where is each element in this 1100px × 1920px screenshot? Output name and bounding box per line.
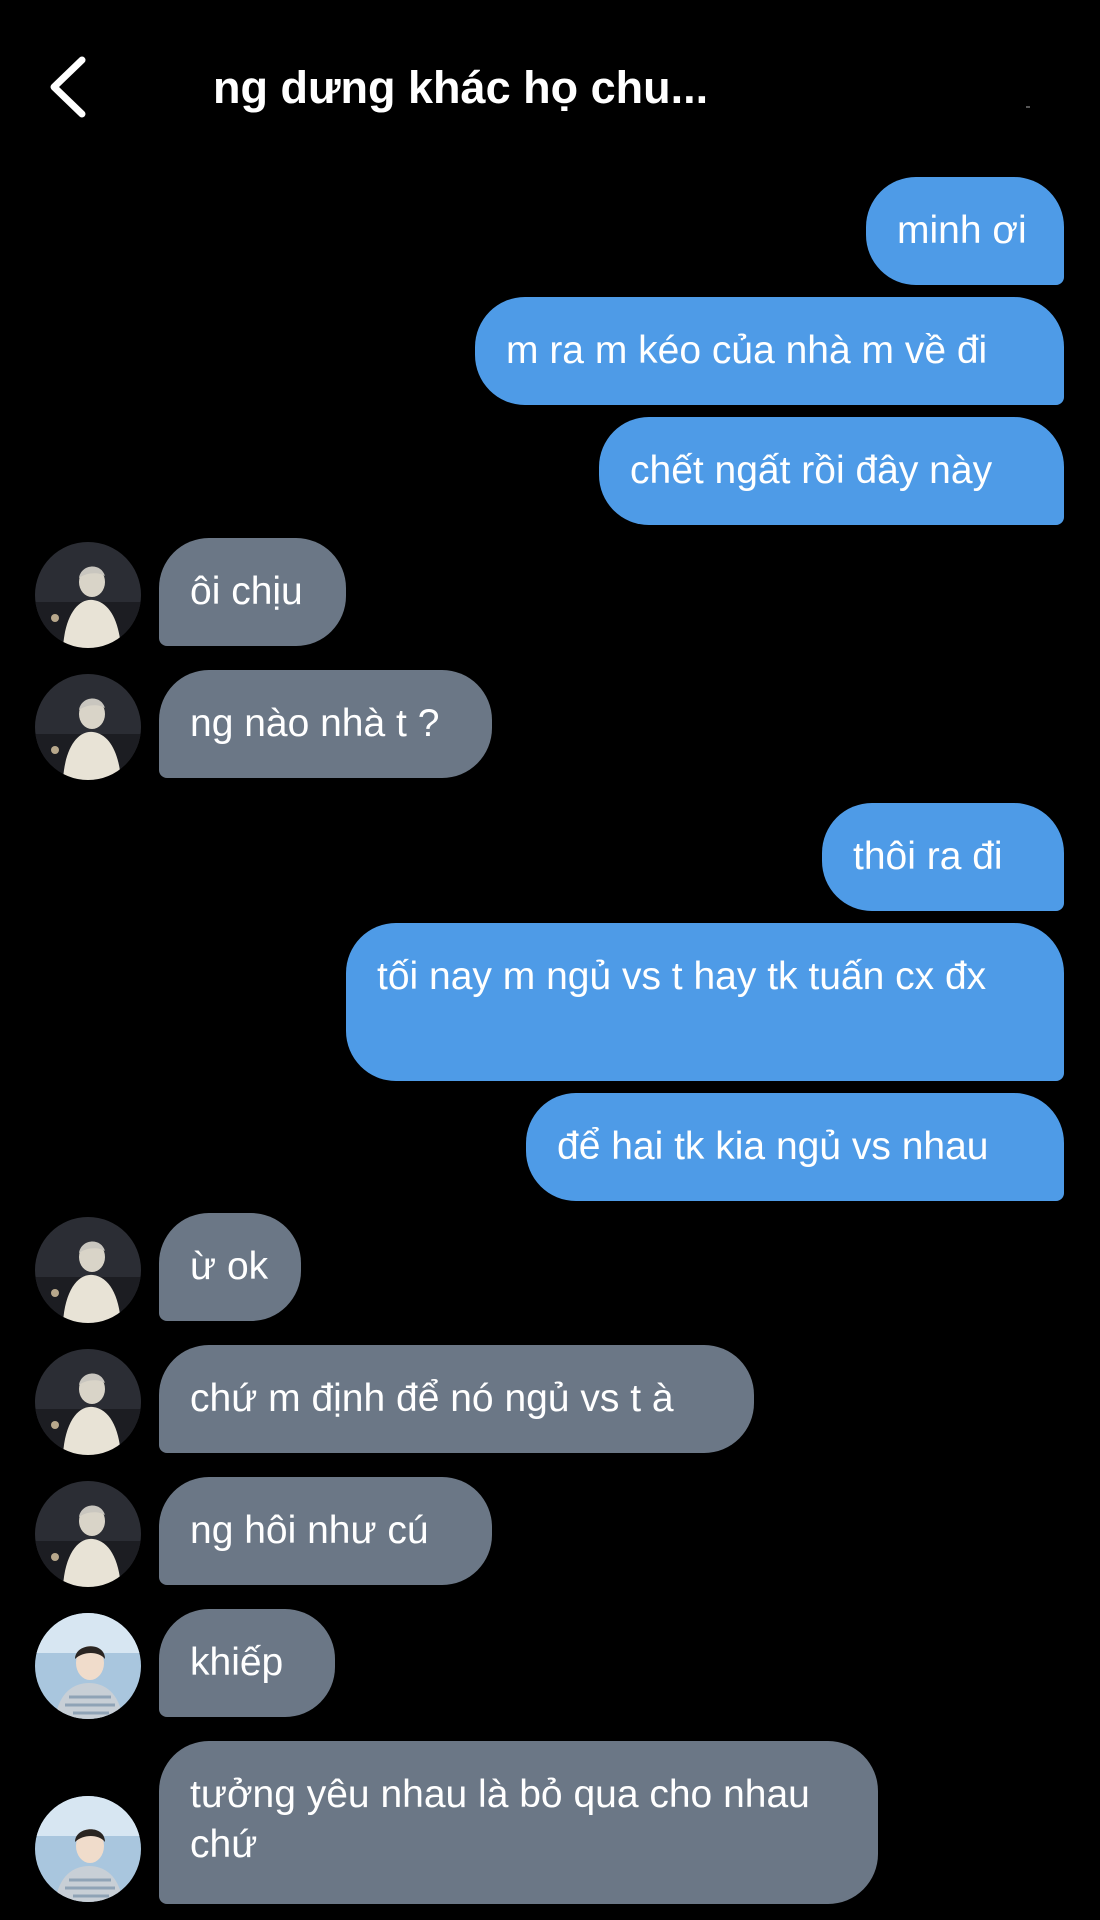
sender-avatar[interactable]	[35, 1481, 141, 1587]
message-text: khiếp	[190, 1641, 284, 1684]
chevron-left-icon	[50, 56, 86, 118]
sender-avatar[interactable]	[35, 1349, 141, 1455]
outgoing-message[interactable]: để hai tk kia ngủ vs nhau	[526, 1093, 1064, 1201]
message-text: để hai tk kia ngủ vs nhau	[557, 1125, 989, 1168]
outgoing-message[interactable]: minh ơi	[866, 177, 1064, 285]
outgoing-message[interactable]: thôi ra đi	[822, 803, 1064, 911]
sender-avatar[interactable]	[35, 1796, 141, 1902]
sender-avatar[interactable]	[35, 1217, 141, 1323]
message-text: ừ ok	[190, 1245, 269, 1288]
incoming-message[interactable]: khiếp	[159, 1609, 335, 1717]
incoming-message[interactable]: ng hôi như cú	[159, 1477, 492, 1585]
message-text: ng hôi như cú	[190, 1509, 429, 1552]
message-text: tưởng yêu nhau là bỏ qua cho nhau chứ	[190, 1773, 810, 1866]
message-text: ôi chịu	[190, 570, 303, 613]
outgoing-message[interactable]: m ra m kéo của nhà m về đi	[475, 297, 1064, 405]
message-text: minh ơi	[897, 209, 1027, 252]
message-text: tối nay m ngủ vs t hay tk tuấn cx đx	[377, 955, 987, 998]
outgoing-message[interactable]: tối nay m ngủ vs t hay tk tuấn cx đx	[346, 923, 1064, 1081]
chat-header: ng dưng khác họ chu...	[0, 0, 1100, 165]
incoming-message[interactable]: tưởng yêu nhau là bỏ qua cho nhau chứ	[159, 1741, 878, 1904]
message-text: m ra m kéo của nhà m về đi	[506, 329, 988, 372]
outgoing-message[interactable]: chết ngất rồi đây này	[599, 417, 1064, 525]
message-text: thôi ra đi	[853, 835, 1003, 878]
sender-avatar[interactable]	[35, 542, 141, 648]
incoming-message[interactable]: ng nào nhà t ?	[159, 670, 492, 778]
sender-avatar[interactable]	[35, 1613, 141, 1719]
message-text: chết ngất rồi đây này	[630, 449, 993, 492]
conversation-title[interactable]: ng dưng khác họ chu...	[213, 58, 813, 118]
back-button[interactable]	[44, 52, 94, 122]
incoming-message[interactable]: ôi chịu	[159, 538, 346, 646]
incoming-message[interactable]: ừ ok	[159, 1213, 301, 1321]
incoming-message[interactable]: chứ m định để nó ngủ vs t à	[159, 1345, 754, 1453]
header-divider-mark	[1026, 106, 1030, 108]
sender-avatar[interactable]	[35, 674, 141, 780]
message-text: ng nào nhà t ?	[190, 702, 440, 745]
message-text: chứ m định để nó ngủ vs t à	[190, 1377, 674, 1420]
